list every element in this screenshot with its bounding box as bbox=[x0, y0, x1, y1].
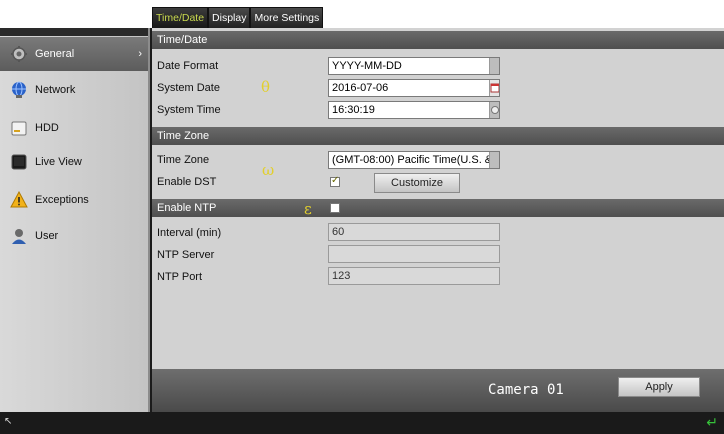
system-time-field[interactable]: 16:30:19 bbox=[328, 101, 500, 119]
theta-annotation: θ bbox=[261, 78, 271, 96]
clock-icon[interactable] bbox=[489, 102, 499, 118]
interval-label: Interval (min) bbox=[157, 227, 222, 239]
system-date-value: 2016-07-06 bbox=[332, 82, 389, 94]
sidebar-item-user[interactable]: User bbox=[0, 219, 148, 253]
sidebar-item-live-view[interactable]: Live View bbox=[0, 145, 148, 179]
sidebar-item-hdd[interactable]: HDD bbox=[0, 111, 148, 145]
back-arrow-icon[interactable]: ↵ bbox=[706, 414, 718, 431]
user-icon bbox=[10, 227, 28, 245]
sidebar-item-label: Exceptions bbox=[35, 194, 89, 206]
tab-time-date[interactable]: Time/Date bbox=[152, 7, 209, 28]
bottom-bar: ↖ ↵ bbox=[0, 412, 724, 434]
enable-dst-checkbox[interactable] bbox=[330, 175, 340, 187]
tab-more-settings[interactable]: More Settings bbox=[250, 7, 324, 28]
top-left-block bbox=[0, 0, 150, 28]
network-icon bbox=[10, 81, 28, 99]
sidebar-item-label: User bbox=[35, 230, 59, 242]
tab-display[interactable]: Display bbox=[208, 7, 251, 28]
monitor-icon bbox=[10, 153, 28, 171]
camera-label: Camera 01 bbox=[488, 382, 564, 398]
section-header-time-date: Time/Date bbox=[152, 31, 724, 49]
warning-icon bbox=[10, 190, 28, 209]
chevron-right-icon: › bbox=[138, 48, 142, 60]
sidebar-top-strip bbox=[0, 28, 148, 36]
date-format-value: YYYY-MM-DD bbox=[332, 60, 402, 72]
ntp-port-field[interactable]: 123 bbox=[328, 267, 500, 285]
sidebar-item-exceptions[interactable]: Exceptions bbox=[0, 183, 148, 217]
omega-annotation: ω bbox=[262, 161, 275, 179]
enable-ntp-checkbox[interactable] bbox=[330, 203, 340, 213]
ntp-port-label: NTP Port bbox=[157, 271, 203, 283]
epsilon-annotation: ε bbox=[304, 200, 312, 218]
section-header-enable-ntp: Enable NTP bbox=[152, 199, 724, 217]
chevron-down-icon[interactable] bbox=[489, 58, 499, 74]
tab-strip: Time/Date Display More Settings bbox=[152, 7, 324, 28]
time-zone-label: Time Zone bbox=[157, 154, 210, 166]
enable-dst-label: Enable DST bbox=[157, 176, 217, 188]
system-time-value: 16:30:19 bbox=[332, 104, 375, 116]
top-bar: Time/Date Display More Settings bbox=[0, 0, 724, 28]
customize-button[interactable]: Customize bbox=[374, 173, 460, 193]
calendar-icon[interactable] bbox=[489, 80, 499, 96]
enable-ntp-label: Enable NTP bbox=[157, 202, 217, 214]
main-panel: Time/Date Date Format YYYY-MM-DD θ Syste… bbox=[152, 28, 724, 412]
sidebar-item-network[interactable]: Network bbox=[0, 73, 148, 107]
sidebar: General › Network HDD Live View Exceptio… bbox=[0, 28, 150, 412]
sidebar-item-general[interactable]: General › bbox=[0, 37, 148, 71]
system-date-label: System Date bbox=[157, 82, 220, 94]
gear-icon bbox=[10, 45, 28, 63]
time-zone-select[interactable]: (GMT-08:00) Pacific Time(U.S. & C bbox=[328, 151, 500, 169]
sidebar-item-label: Live View bbox=[35, 156, 82, 168]
hdd-icon bbox=[10, 119, 28, 137]
system-date-field[interactable]: 2016-07-06 bbox=[328, 79, 500, 97]
date-format-select[interactable]: YYYY-MM-DD bbox=[328, 57, 500, 75]
cursor-arrow-icon: ↖ bbox=[4, 416, 13, 427]
ntp-server-label: NTP Server bbox=[157, 249, 215, 261]
system-time-label: System Time bbox=[157, 104, 221, 116]
section-header-time-zone: Time Zone bbox=[152, 127, 724, 145]
interval-field[interactable]: 60 bbox=[328, 223, 500, 241]
apply-button[interactable]: Apply bbox=[618, 377, 700, 397]
ntp-server-field[interactable] bbox=[328, 245, 500, 263]
footer-bar: Camera 01 Apply bbox=[152, 369, 724, 412]
date-format-label: Date Format bbox=[157, 60, 219, 72]
sidebar-item-label: Network bbox=[35, 84, 76, 96]
chevron-down-icon[interactable] bbox=[489, 152, 499, 168]
sidebar-item-label: HDD bbox=[35, 122, 59, 134]
sidebar-item-label: General bbox=[35, 48, 75, 60]
time-zone-value: (GMT-08:00) Pacific Time(U.S. & C bbox=[332, 154, 500, 166]
